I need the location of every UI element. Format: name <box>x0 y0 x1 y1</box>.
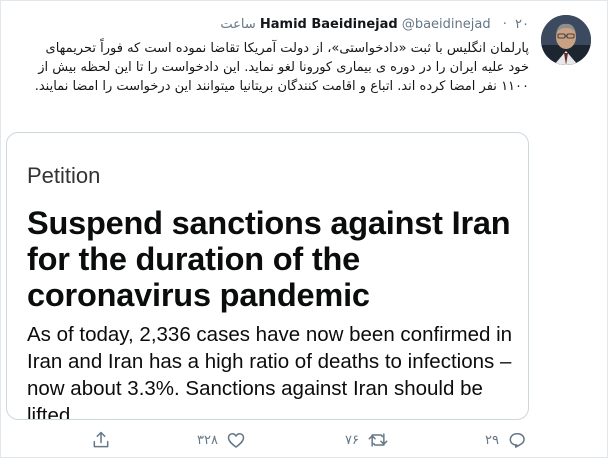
reply-button[interactable]: ۲۹ <box>485 429 527 451</box>
tweet: Hamid Baeidinejad @baeidinejad · ۲۰ ساعت… <box>0 0 608 458</box>
tweet-header: Hamid Baeidinejad @baeidinejad · ۲۰ ساعت <box>220 15 529 35</box>
card-title: Suspend sanctions against Iran for the d… <box>27 205 511 313</box>
like-button[interactable]: ۳۲۸ <box>197 429 246 451</box>
header-separator: · <box>502 17 507 32</box>
share-icon <box>91 430 111 450</box>
avatar-photo <box>541 15 591 65</box>
retweet-button[interactable]: ۷۶ <box>345 429 389 451</box>
like-count: ۳۲۸ <box>197 432 218 448</box>
avatar[interactable] <box>541 15 591 65</box>
author-handle[interactable]: @baeidinejad <box>402 17 491 32</box>
link-preview-card[interactable]: Petition Suspend sanctions against Iran … <box>6 132 529 420</box>
tweet-actions: ۲۹ ۷۶ ۳۲۸ <box>1 425 608 455</box>
retweet-icon <box>367 430 389 450</box>
share-button[interactable] <box>91 429 111 451</box>
author-name[interactable]: Hamid Baeidinejad <box>260 17 398 32</box>
card-kicker: Petition <box>27 163 101 188</box>
reply-count: ۲۹ <box>485 432 499 448</box>
card-body: As of today, 2,336 cases have now been c… <box>27 323 513 420</box>
retweet-count: ۷۶ <box>345 432 359 448</box>
tweet-text: پارلمان انگلیس با ثبت «دادخواستی»، از دو… <box>34 41 529 94</box>
reply-icon <box>507 430 527 450</box>
heart-icon <box>226 430 246 450</box>
